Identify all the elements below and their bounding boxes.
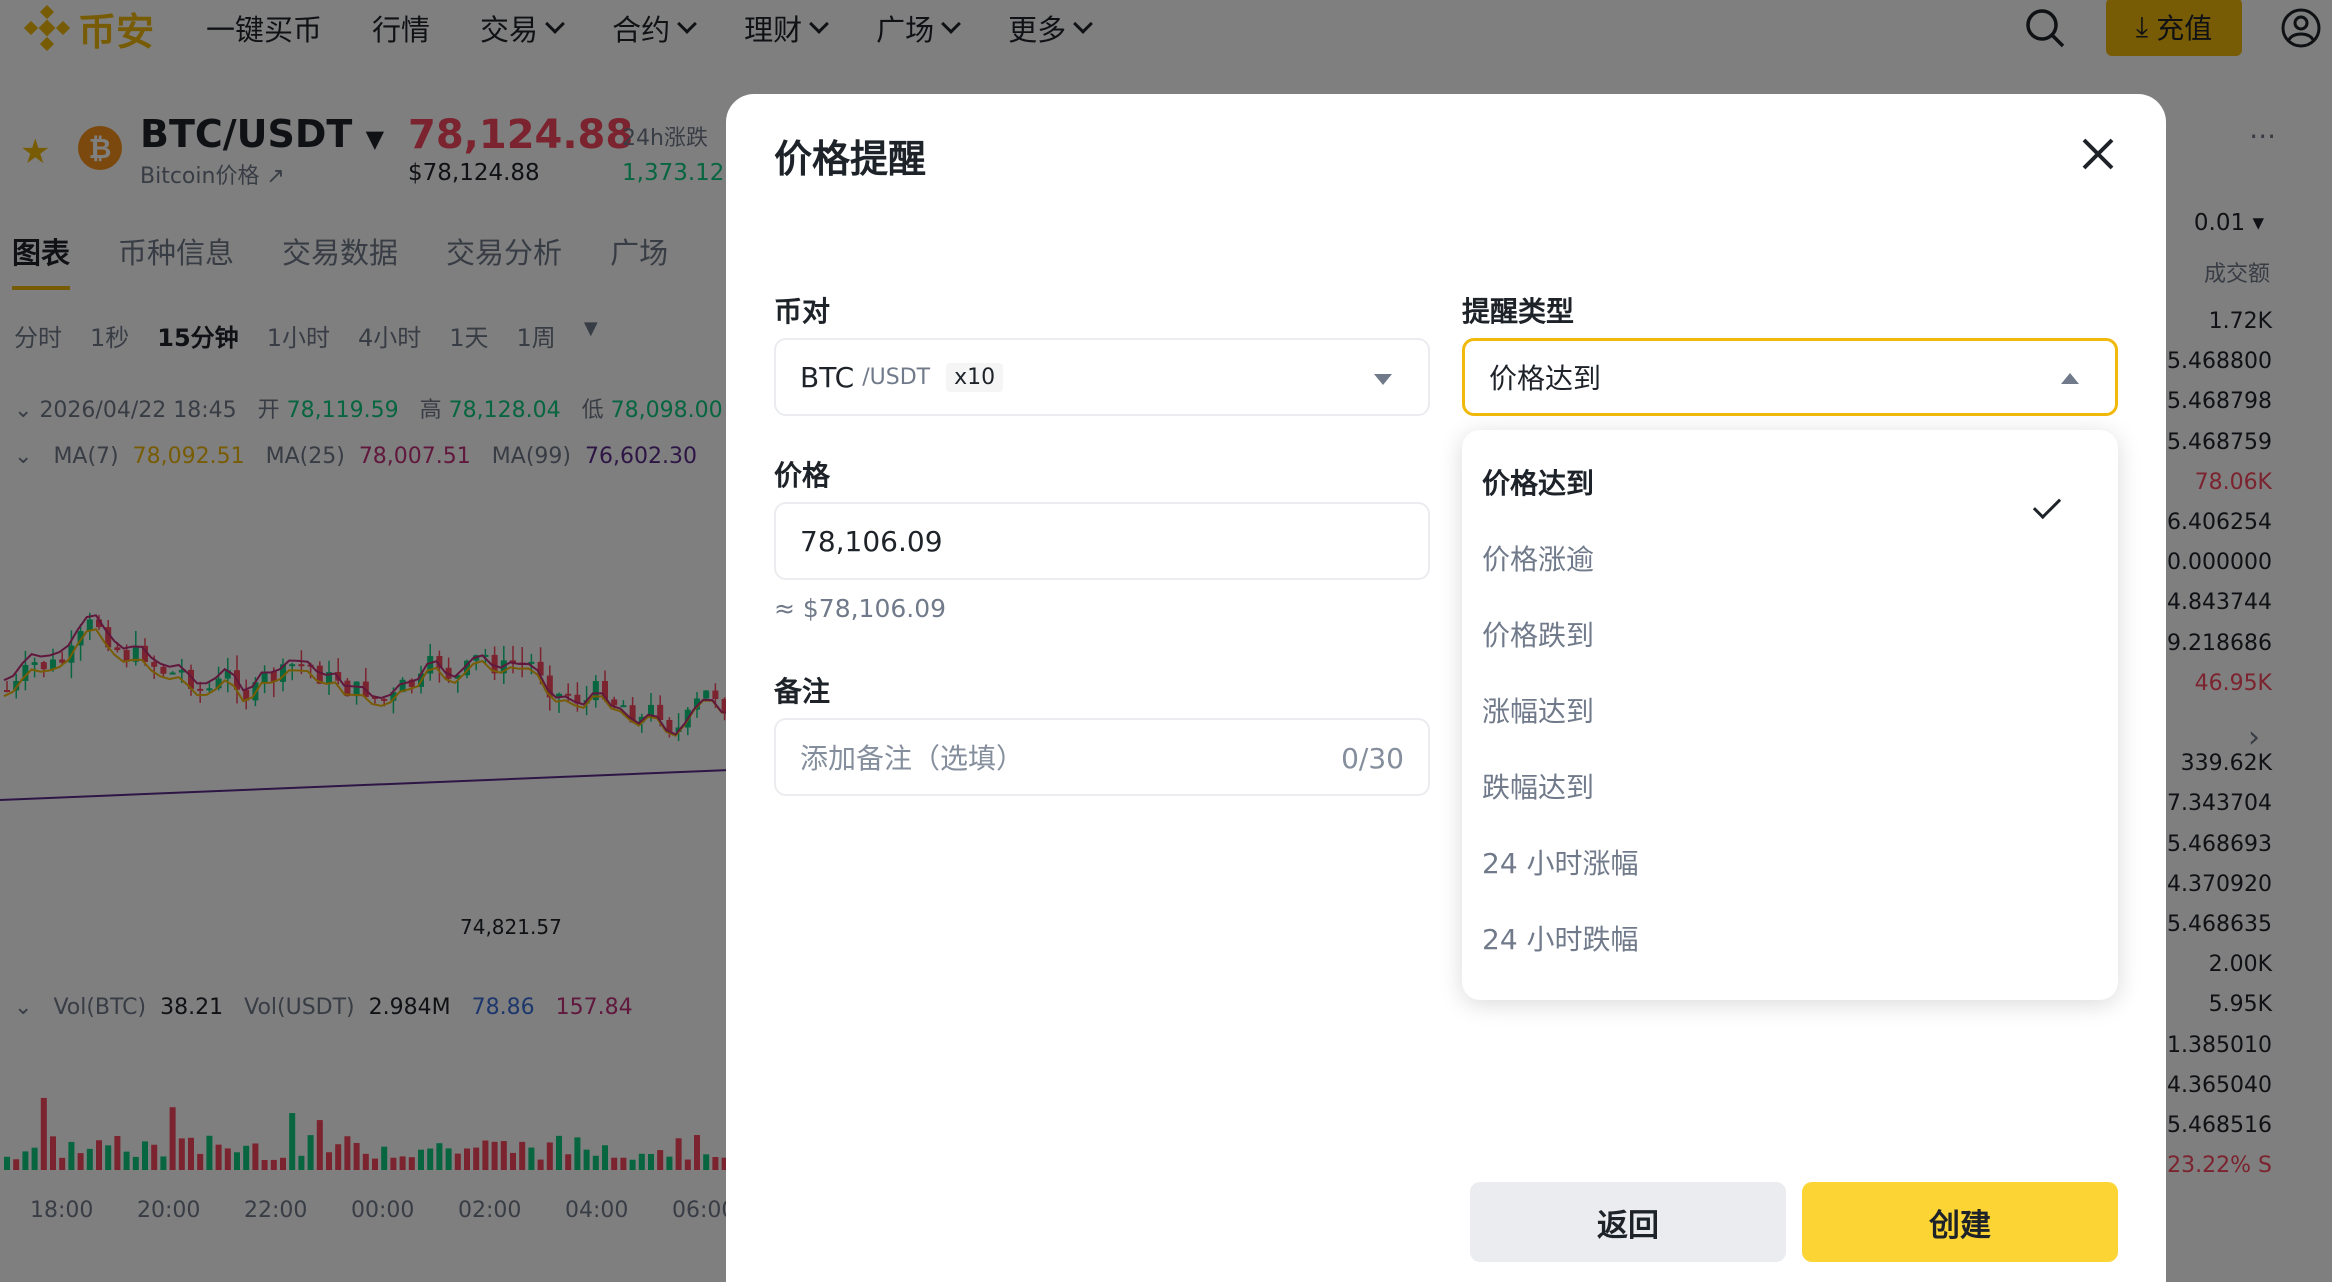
option-change-down-reaches[interactable]: 跌幅达到 [1482, 766, 1594, 806]
price-value: 78,106.09 [800, 524, 943, 558]
option-price-reaches[interactable]: 价格达到 [1482, 462, 2098, 520]
create-button[interactable]: 创建 [1802, 1182, 2118, 1262]
pair-base: BTC [800, 360, 855, 394]
pair-label: 币对 [774, 295, 831, 328]
price-alert-modal: 价格提醒 币对 BTC /USDT x10 提醒类型 价格达到 价格 78,10… [726, 94, 2166, 1282]
check-icon [2032, 490, 2062, 520]
price-hint: ≈ $78,106.09 [774, 594, 947, 623]
option-price-rises-above[interactable]: 价格涨逾 [1482, 538, 1594, 578]
note-input[interactable]: 添加备注（选填） 0/30 [774, 718, 1430, 796]
option-24h-rise[interactable]: 24 小时涨幅 [1482, 842, 1639, 882]
caret-up-icon [2061, 373, 2079, 384]
note-placeholder: 添加备注（选填） [800, 742, 1025, 775]
pair-select[interactable]: BTC /USDT x10 [774, 338, 1430, 416]
price-input[interactable]: 78,106.09 [774, 502, 1430, 580]
option-change-up-reaches[interactable]: 涨幅达到 [1482, 690, 1594, 730]
leverage-badge: x10 [946, 362, 1004, 392]
price-label: 价格 [774, 459, 831, 492]
back-button[interactable]: 返回 [1470, 1182, 1786, 1262]
note-label: 备注 [774, 675, 831, 708]
close-icon[interactable] [2074, 130, 2122, 178]
note-counter: 0/30 [1341, 742, 1404, 775]
option-24h-fall[interactable]: 24 小时跌幅 [1482, 918, 1639, 958]
caret-down-icon [1374, 374, 1392, 385]
alert-type-label: 提醒类型 [1462, 295, 1575, 328]
modal-title: 价格提醒 [774, 137, 927, 181]
alert-type-dropdown: 价格达到 价格涨逾 价格跌到 涨幅达到 跌幅达到 24 小时涨幅 24 小时跌幅 [1462, 430, 2118, 1000]
alert-type-select[interactable]: 价格达到 [1462, 338, 2118, 416]
pair-quote: /USDT [862, 364, 931, 390]
alert-type-value: 价格达到 [1489, 362, 1602, 395]
option-price-falls-to[interactable]: 价格跌到 [1482, 614, 1594, 654]
